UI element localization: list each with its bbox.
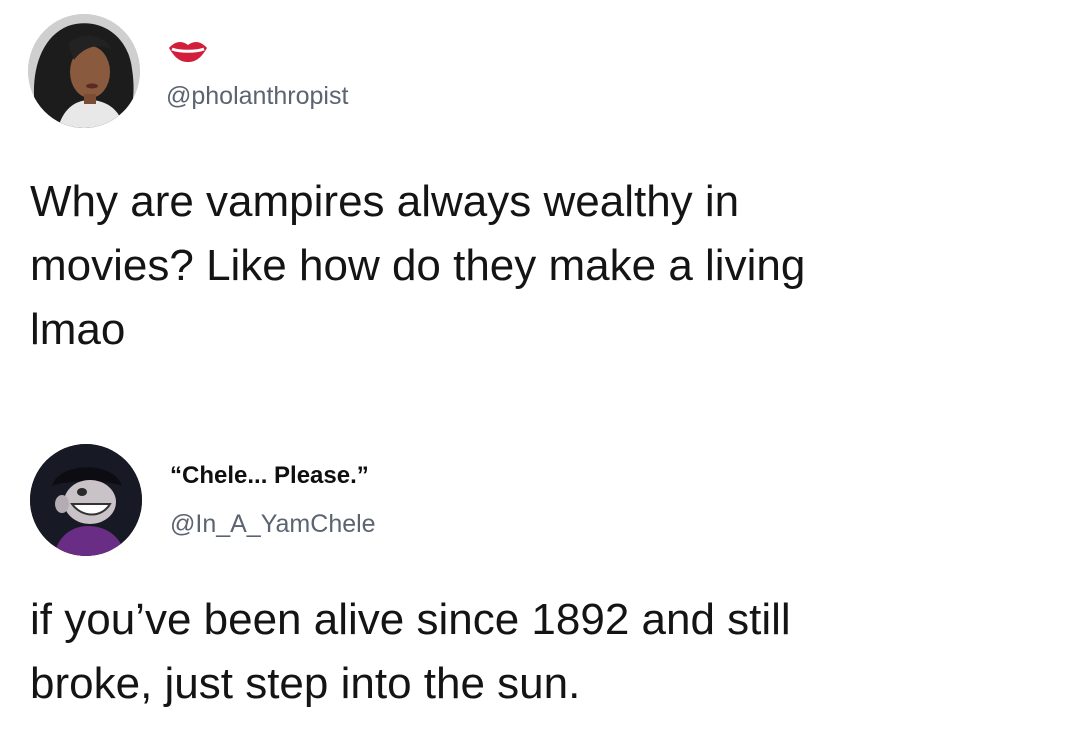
avatar-cartoon bbox=[30, 444, 142, 556]
tweet-text-line: broke, just step into the sun. bbox=[30, 659, 581, 708]
tweet-text-line: lmao bbox=[30, 305, 126, 354]
tweet-text-line: movies? Like how do they make a living bbox=[30, 241, 806, 290]
avatar[interactable] bbox=[28, 14, 140, 128]
tweet-card: @pholanthropist Why are vampires always … bbox=[0, 0, 1066, 400]
user-handle[interactable]: @In_A_YamChele bbox=[170, 510, 376, 539]
user-handle[interactable]: @pholanthropist bbox=[166, 82, 348, 111]
avatar[interactable] bbox=[30, 444, 142, 556]
tweet-card: “Chele... Please.” @In_A_YamChele if you… bbox=[0, 430, 1066, 736]
tweet-text: Why are vampires always wealthy in movie… bbox=[30, 170, 1030, 362]
lips-icon bbox=[169, 41, 207, 62]
avatar-photo bbox=[28, 14, 140, 128]
display-name[interactable]: “Chele... Please.” bbox=[170, 462, 369, 490]
tweet-text-line: if you’ve been alive since 1892 and stil… bbox=[30, 595, 791, 644]
tweet-text-line: Why are vampires always wealthy in bbox=[30, 177, 740, 226]
tweet-text: if you’ve been alive since 1892 and stil… bbox=[30, 588, 1030, 716]
